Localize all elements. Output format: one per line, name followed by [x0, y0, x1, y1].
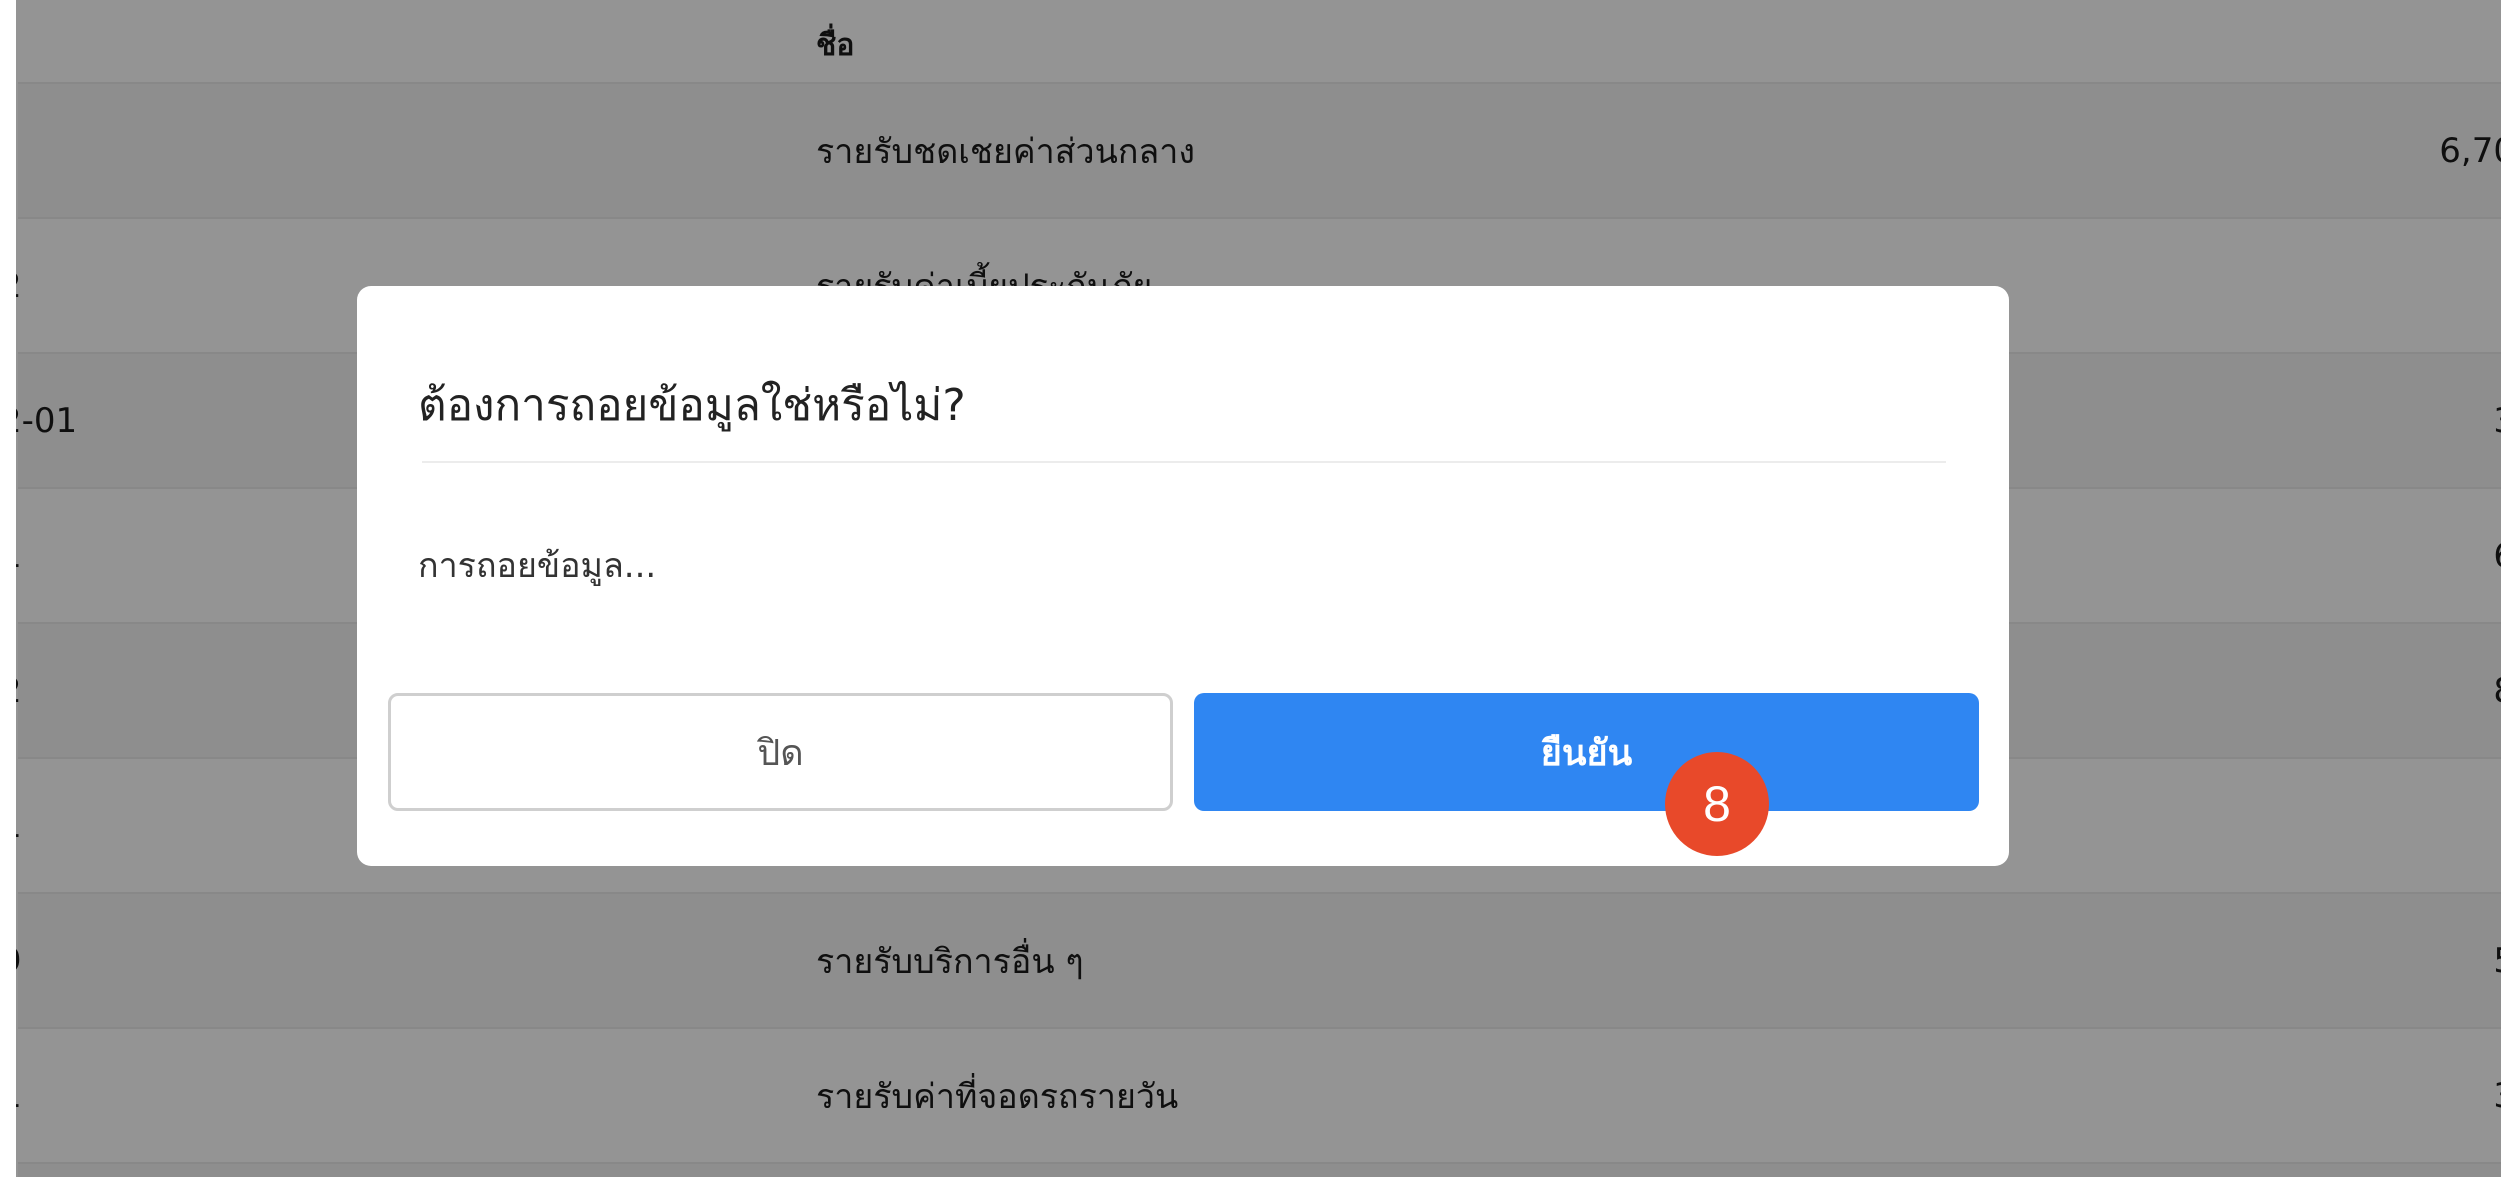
dialog-title: ต้องการถอยข้อมูลใช่หรือไม่? — [418, 380, 966, 431]
confirm-button[interactable]: ยืนยัน — [1194, 693, 1979, 811]
dialog-message: การถอยข้อมูล... — [418, 546, 657, 586]
close-button[interactable]: ปิด — [388, 693, 1173, 811]
screen: ชื่อ รายรับชดเชยค่าส่วนกลาง 6,70 2 รายรั… — [0, 0, 2501, 1177]
step-number-badge: 8 — [1665, 752, 1769, 856]
dialog-divider — [422, 461, 1946, 463]
left-edge-strip — [0, 0, 16, 1177]
